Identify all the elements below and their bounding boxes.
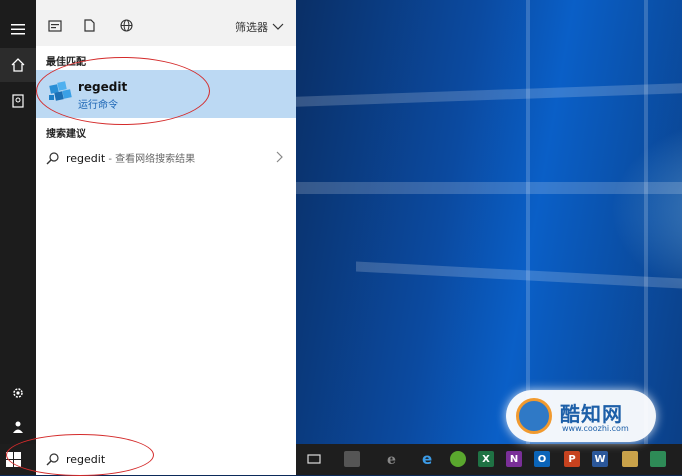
suggestion-hint: - 查看网络搜索结果 [105, 154, 196, 165]
web-globe-icon[interactable] [120, 17, 133, 36]
wallpaper-beam [644, 0, 648, 444]
excel-app-icon[interactable]: X [478, 451, 494, 467]
settings-gear-icon[interactable] [0, 376, 36, 410]
word-app-icon[interactable]: W [592, 451, 608, 467]
chevron-down-icon [272, 23, 284, 30]
watermark-url: www.coozhi.com [562, 424, 629, 433]
annotation-circle [6, 434, 154, 476]
wallpaper-beam [296, 182, 682, 194]
search-suggestion-item[interactable]: regedit - 查看网络搜索结果 [36, 144, 296, 172]
svg-text:e: e [422, 451, 432, 467]
start-left-rail [0, 0, 36, 444]
documents-icon[interactable] [84, 17, 95, 36]
ie-icon[interactable]: e [384, 451, 400, 467]
edge-browser-icon[interactable]: e [420, 451, 436, 467]
suggestion-text: regedit - 查看网络搜索结果 [66, 150, 195, 165]
notebook-icon[interactable] [0, 84, 36, 118]
task-view-icon[interactable] [306, 451, 322, 467]
panel-topbar: 筛选器 [36, 0, 296, 46]
onenote-app-icon[interactable]: N [506, 451, 522, 467]
watermark: 酷知网 www.coozhi.com [506, 390, 656, 442]
wallpaper-beam [296, 83, 682, 107]
watermark-name: 酷知网 [560, 402, 623, 426]
svg-text:e: e [387, 452, 396, 467]
outlook-app-icon[interactable]: O [534, 451, 550, 467]
cortana-app-icon[interactable] [344, 451, 360, 467]
powerpoint-app-icon[interactable]: P [564, 451, 580, 467]
hamburger-menu-icon[interactable] [0, 12, 36, 46]
wallpaper-beam [356, 261, 682, 289]
search-icon [46, 152, 59, 165]
watermark-logo-icon [516, 398, 552, 434]
apps-view-icon[interactable] [48, 17, 62, 36]
home-icon[interactable] [0, 48, 36, 82]
annotation-circle [36, 57, 210, 125]
file-explorer-icon[interactable] [622, 451, 638, 467]
photos-app-icon[interactable] [650, 451, 666, 467]
filter-dropdown[interactable]: 筛选器 [235, 19, 284, 35]
desktop-wallpaper [296, 0, 682, 444]
search-suggestions-heading: 搜索建议 [46, 129, 86, 140]
suggestion-term: regedit [66, 152, 106, 165]
wallpaper-beam [526, 0, 530, 444]
chevron-right-icon[interactable] [276, 151, 284, 163]
chat-app-icon[interactable] [450, 451, 466, 467]
filter-label: 筛选器 [235, 21, 268, 34]
